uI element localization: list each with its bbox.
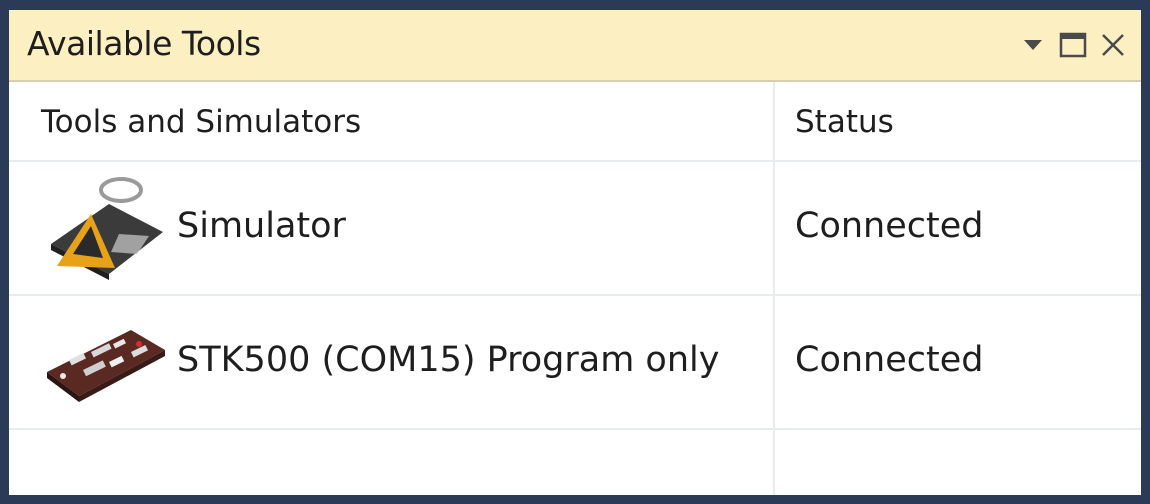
- stk500-board-icon: [39, 308, 167, 418]
- column-header-tools[interactable]: Tools and Simulators: [41, 104, 361, 140]
- available-tools-window: Available Tools Tools and Simulators Sta…: [0, 0, 1150, 504]
- tool-name: STK500 (COM15) Program only: [177, 340, 720, 380]
- window-title-bar[interactable]: Available Tools: [9, 10, 1141, 82]
- column-header-status[interactable]: Status: [795, 104, 894, 140]
- table-row[interactable]: Simulator Connected: [9, 162, 1141, 296]
- window-title: Available Tools: [27, 24, 261, 63]
- table-header-row: Tools and Simulators Status: [9, 82, 1141, 162]
- tool-status: Connected: [795, 206, 984, 246]
- close-icon[interactable]: [1095, 28, 1131, 62]
- chevron-down-icon[interactable]: [1015, 28, 1051, 62]
- table-empty-row: [9, 430, 1141, 490]
- maximize-icon[interactable]: [1055, 28, 1091, 62]
- simulator-icon: [39, 174, 167, 284]
- tools-table: Tools and Simulators Status Simulator Co…: [9, 82, 1141, 495]
- table-row[interactable]: STK500 (COM15) Program only Connected: [9, 296, 1141, 430]
- tool-name: Simulator: [177, 206, 346, 246]
- tool-status: Connected: [795, 340, 984, 380]
- window-controls: [1011, 28, 1131, 62]
